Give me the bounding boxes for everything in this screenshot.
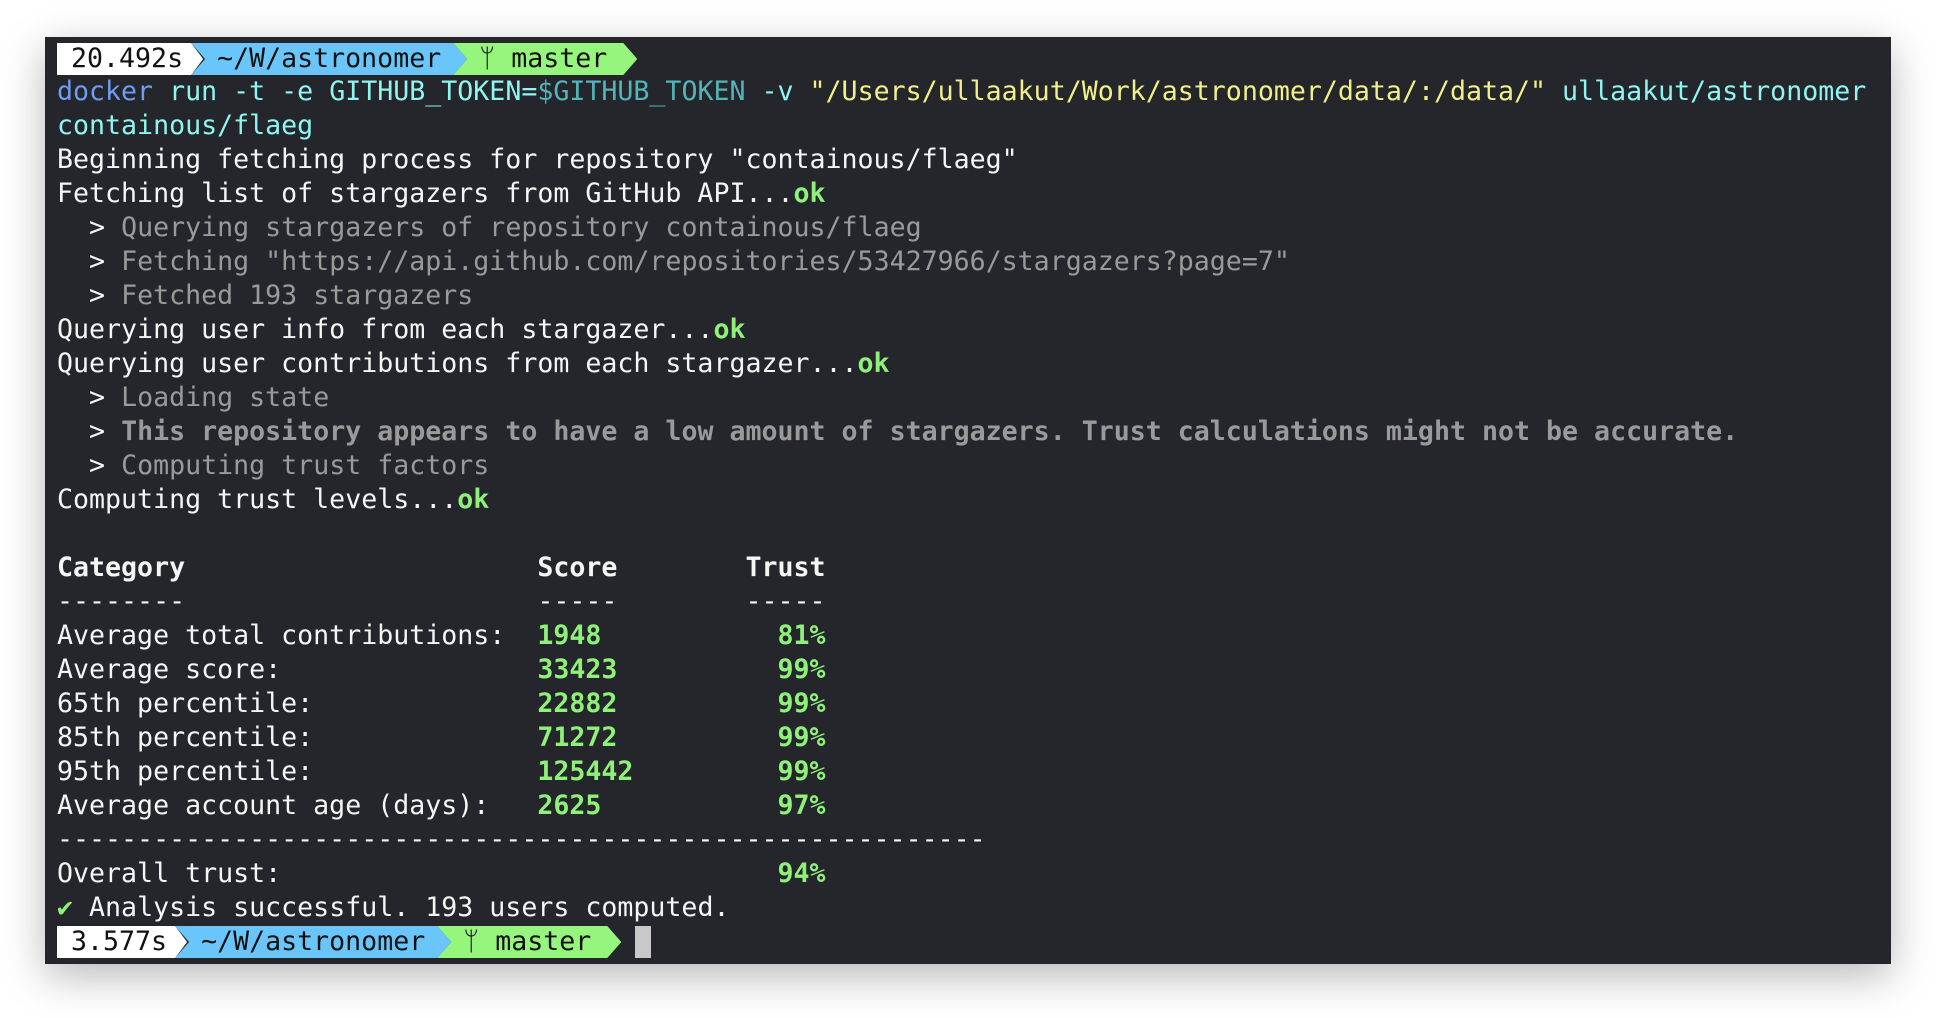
- command-args: ullaakut/astronomer: [1546, 76, 1867, 107]
- row-score: 125442: [537, 756, 634, 787]
- log-text: Beginning fetching process for repositor…: [57, 144, 1018, 175]
- row-trust: 99%: [777, 756, 826, 787]
- log-subline: > Querying stargazers of repository cont…: [57, 211, 1891, 245]
- table-row: 95th percentile: 125442 99%: [57, 755, 1891, 789]
- row-score: 22882: [537, 688, 618, 719]
- log-subtext: Fetching "https://api.github.com/reposit…: [121, 246, 1290, 277]
- log-text: Querying user contributions from each st…: [57, 348, 858, 379]
- overall-trust-row: Overall trust: 94%: [57, 857, 1891, 891]
- terminal-window: 20.492s ~/W/astronomer ᛘ master docker r…: [45, 37, 1891, 964]
- sub-marker: >: [89, 280, 106, 311]
- warning-subline: > This repository appears to have a low …: [57, 415, 1891, 449]
- table-header-underline: -------- ----- -----: [57, 585, 1891, 619]
- underline: --------: [57, 586, 186, 617]
- command-path-string: "/Users/ullaakut/Work/astronomer/data/:/…: [809, 76, 1547, 107]
- row-category: Average account age (days):: [57, 790, 490, 821]
- log-line: Computing trust levels...ok: [57, 483, 1891, 517]
- underline: -----: [537, 586, 618, 617]
- log-line: Beginning fetching process for repositor…: [57, 143, 1891, 177]
- row-category: 95th percentile:: [57, 756, 314, 787]
- terminal-cursor: [635, 926, 652, 958]
- command-name: docker: [57, 76, 154, 107]
- branch-name: master: [511, 43, 608, 74]
- log-subtext: Querying stargazers of repository contai…: [121, 212, 922, 243]
- table-row: Average score: 33423 99%: [57, 653, 1891, 687]
- row-category: Average total contributions:: [57, 620, 506, 651]
- command-args: run -t -e GITHUB_TOKEN=: [153, 76, 538, 107]
- ok-status: ok: [857, 348, 890, 379]
- row-score: 2625: [537, 790, 602, 821]
- table-row: Average total contributions: 1948 81%: [57, 619, 1891, 653]
- log-subtext: Computing trust factors: [121, 450, 490, 481]
- overall-label: Overall trust:: [57, 858, 282, 889]
- command-variable: $GITHUB_TOKEN: [537, 76, 746, 107]
- prompt-directory: ~/W/astronomer: [175, 926, 451, 958]
- terminal-output[interactable]: 20.492s ~/W/astronomer ᛘ master docker r…: [57, 42, 1891, 958]
- log-line: Querying user info from each stargazer..…: [57, 313, 1891, 347]
- sub-marker: >: [89, 416, 106, 447]
- sub-marker: >: [89, 382, 106, 413]
- checkmark-icon: ✔: [57, 892, 74, 923]
- command-line-continued: containous/flaeg: [57, 110, 314, 141]
- branch-name: master: [495, 926, 592, 957]
- header-category: Category: [57, 552, 186, 583]
- ok-status: ok: [713, 314, 746, 345]
- row-score: 1948: [537, 620, 602, 651]
- row-trust: 99%: [777, 654, 826, 685]
- row-trust: 97%: [777, 790, 826, 821]
- shell-prompt: 20.492s ~/W/astronomer ᛘ master: [57, 43, 1891, 75]
- command-line: docker run -t -e GITHUB_TOKEN=$GITHUB_TO…: [57, 75, 1891, 109]
- prompt-duration: 20.492s: [57, 43, 203, 75]
- log-text: Fetching list of stargazers from GitHub …: [57, 178, 794, 209]
- log-subline: > Fetching "https://api.github.com/repos…: [57, 245, 1891, 279]
- git-branch-icon: ᛘ: [479, 43, 496, 74]
- git-branch-icon: ᛘ: [463, 926, 480, 957]
- prompt-duration: 3.577s: [57, 926, 187, 958]
- log-subline: > Loading state: [57, 381, 1891, 415]
- log-subline: > Computing trust factors: [57, 449, 1891, 483]
- underline: -----: [745, 586, 826, 617]
- log-subtext: Loading state: [121, 382, 330, 413]
- result-line: ✔ Analysis successful. 193 users compute…: [57, 891, 1891, 925]
- command-args: -v: [745, 76, 810, 107]
- overall-value: 94%: [777, 858, 826, 889]
- shell-prompt: 3.577s ~/W/astronomer ᛘ master: [57, 926, 1891, 958]
- sub-marker: >: [89, 246, 106, 277]
- log-line: Querying user contributions from each st…: [57, 347, 1891, 381]
- log-line: Fetching list of stargazers from GitHub …: [57, 177, 1891, 211]
- ok-status: ok: [793, 178, 826, 209]
- table-row: Average account age (days): 2625 97%: [57, 789, 1891, 823]
- trust-table: Category Score Trust -------- ----- ----…: [57, 551, 1891, 891]
- table-separator: ----------------------------------------…: [57, 824, 986, 855]
- sub-marker: >: [89, 212, 106, 243]
- result-text: Analysis successful. 193 users computed.: [89, 892, 730, 923]
- row-category: 85th percentile:: [57, 722, 314, 753]
- row-score: 71272: [537, 722, 618, 753]
- row-trust: 99%: [777, 722, 826, 753]
- prompt-directory: ~/W/astronomer: [191, 43, 467, 75]
- row-score: 33423: [537, 654, 618, 685]
- header-trust: Trust: [745, 552, 826, 583]
- log-subtext: Fetched 193 stargazers: [121, 280, 474, 311]
- row-category: Average score:: [57, 654, 282, 685]
- prompt-git-branch: ᛘ master: [437, 926, 621, 958]
- table-row: 85th percentile: 71272 99%: [57, 721, 1891, 755]
- sub-marker: >: [89, 450, 106, 481]
- table-header: Category Score Trust: [57, 551, 1891, 585]
- log-text: Computing trust levels...: [57, 484, 458, 515]
- ok-status: ok: [457, 484, 490, 515]
- prompt-git-branch: ᛘ master: [453, 43, 637, 75]
- row-trust: 81%: [777, 620, 826, 651]
- row-category: 65th percentile:: [57, 688, 314, 719]
- warning-text: This repository appears to have a low am…: [121, 416, 1739, 447]
- log-subline: > Fetched 193 stargazers: [57, 279, 1891, 313]
- log-text: Querying user info from each stargazer..…: [57, 314, 714, 345]
- table-row: 65th percentile: 22882 99%: [57, 687, 1891, 721]
- header-score: Score: [537, 552, 618, 583]
- row-trust: 99%: [777, 688, 826, 719]
